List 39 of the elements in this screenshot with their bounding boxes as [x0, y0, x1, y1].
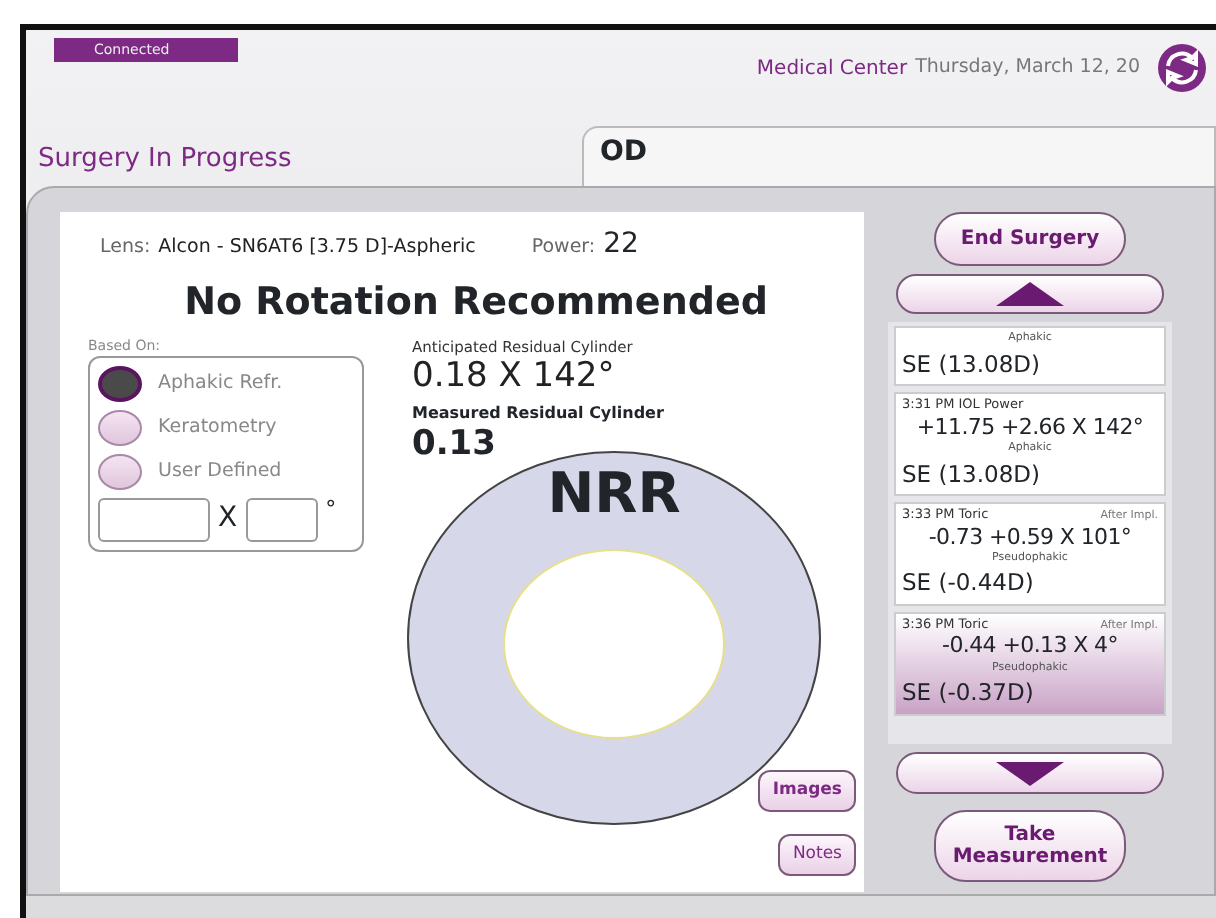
radio-button[interactable]	[98, 366, 142, 402]
power-value: 22	[603, 226, 639, 264]
page-title: Surgery In Progress	[36, 141, 294, 177]
spherical-equivalent: SE (-0.37D)	[902, 676, 1036, 711]
anticipated-value: 0.18 X 142°	[412, 357, 615, 395]
times-label: X	[218, 500, 238, 538]
eye-tab[interactable]: OD	[582, 126, 1216, 186]
radio-button[interactable]	[98, 410, 142, 446]
scroll-down-button[interactable]	[896, 752, 1164, 795]
spherical-equivalent: SE (13.08D)	[902, 347, 1042, 382]
lens-value: Alcon - SN6AT6 [3.75 D]-Aspheric	[158, 234, 476, 262]
option-label: Aphakic Refr.	[158, 369, 283, 398]
take-measurement-button[interactable]: Take Measurement	[934, 810, 1126, 882]
notes-button[interactable]: Notes	[778, 834, 856, 876]
power-label: Power:	[531, 234, 596, 262]
spherical-equivalent: SE (-0.44D)	[902, 566, 1036, 601]
diagram-label: NRR	[545, 458, 683, 530]
spherical-equivalent: SE (13.08D)	[902, 457, 1042, 492]
measurement-values: -0.44 +0.13 X 4°	[940, 634, 1120, 661]
degree-label: °	[325, 498, 337, 520]
measurement-values: +11.75 +2.66 X 142°	[914, 415, 1146, 441]
measured-value: 0.13	[412, 426, 498, 465]
cylinder-input[interactable]	[98, 498, 210, 542]
scroll-up-button[interactable]	[896, 273, 1164, 315]
refresh-icon[interactable]	[1156, 42, 1208, 94]
end-surgery-button[interactable]: End Surgery	[934, 212, 1126, 266]
up-arrow-icon	[996, 282, 1064, 306]
option-label: User Defined	[158, 457, 282, 486]
date-text: Thursday, March 12, 20	[915, 53, 1140, 82]
measured-label: Measured Residual Cylinder	[412, 402, 664, 427]
recommendation-heading: No Rotation Recommended	[182, 278, 770, 328]
axis-input[interactable]	[245, 498, 318, 542]
option-label: Keratometry	[158, 413, 277, 442]
down-arrow-icon	[996, 761, 1064, 786]
measurement-values: -0.73 +0.59 X 101°	[926, 525, 1134, 551]
lens-label: Lens:	[100, 234, 151, 262]
images-button[interactable]: Images	[758, 770, 856, 812]
facility-name: Medical Center	[756, 55, 908, 83]
radio-button[interactable]	[98, 454, 142, 490]
